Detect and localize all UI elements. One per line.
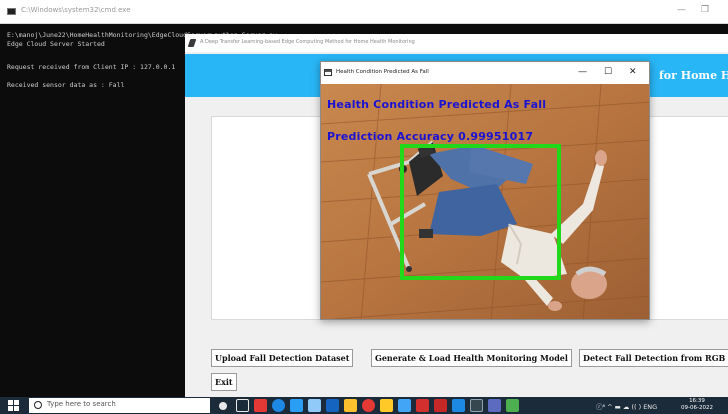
photos-icon[interactable]: [488, 399, 501, 412]
cmd-maximize-button[interactable]: ❐: [701, 5, 709, 15]
edge-icon[interactable]: [272, 399, 285, 412]
clock-date: 09-06-2022: [681, 405, 713, 411]
feather-icon: [187, 39, 197, 47]
cmd-line-request: Request received from Client IP : 127.0.…: [7, 63, 176, 71]
window-icon: [324, 69, 332, 76]
adobe-icon[interactable]: [434, 399, 447, 412]
generate-model-button[interactable]: Generate & Load Health Monitoring Model: [371, 349, 572, 367]
result-close-button[interactable]: ✕: [629, 67, 637, 77]
result-window-title: Health Condition Predicted As Fall: [336, 69, 429, 75]
search-icon: [34, 401, 42, 409]
system-tray[interactable]: ⓡ⁸ ^ ▬ ☁ (( ) ENG: [596, 401, 657, 411]
search-placeholder: Type here to search: [47, 400, 116, 408]
fall-detection-image: Health Condition Predicted As Fall Predi…: [321, 84, 649, 319]
cmd-title: C:\Windows\system32\cmd.exe: [21, 6, 131, 14]
result-titlebar: Health Condition Predicted As Fall — ☐ ✕: [321, 62, 649, 84]
app-title: A Deep Transfer Learning-based Edge Comp…: [200, 39, 415, 45]
taskbar-clock[interactable]: 16:39 09-06-2022: [680, 398, 714, 412]
result-minimize-button[interactable]: —: [578, 67, 587, 77]
cortana-icon[interactable]: [219, 402, 227, 410]
taskbar: Type here to search ⓡ⁸ ^ ▬ ☁ (( ) ENG 16…: [0, 397, 728, 414]
chrome2-icon[interactable]: [362, 399, 375, 412]
detect-fall-button[interactable]: Detect Fall Detection from RGB Images: [579, 349, 728, 367]
fall-scene-photo: [321, 84, 649, 319]
upload-dataset-button[interactable]: Upload Fall Detection Dataset: [211, 349, 354, 367]
python-run-icon[interactable]: [506, 399, 519, 412]
clock-time: 16:39: [689, 398, 705, 404]
cmd-line-server-started: Edge Cloud Server Started: [7, 40, 105, 48]
python-icon[interactable]: [344, 399, 357, 412]
windows-start-icon[interactable]: [0, 397, 26, 414]
app-blue-icon[interactable]: [326, 399, 339, 412]
chrome-icon[interactable]: [254, 399, 267, 412]
app-titlebar: A Deep Transfer Learning-based Edge Comp…: [185, 34, 728, 52]
terminal-icon[interactable]: [470, 399, 483, 412]
cmd-line-sensor-data: Received sensor data as : Fall: [7, 81, 125, 89]
overlay-prediction-label: Health Condition Predicted As Fall: [327, 98, 547, 111]
cmd-icon: [7, 8, 16, 15]
result-maximize-button[interactable]: ☐: [604, 67, 612, 77]
files-icon[interactable]: [398, 399, 411, 412]
task-view-icon[interactable]: [236, 399, 249, 412]
result-window: Health Condition Predicted As Fall — ☐ ✕: [320, 61, 650, 320]
taskbar-search-box[interactable]: Type here to search: [29, 398, 210, 413]
gallery-icon[interactable]: [308, 399, 321, 412]
store-icon[interactable]: [290, 399, 303, 412]
exit-button[interactable]: Exit: [211, 373, 237, 391]
cmd-titlebar: C:\Windows\system32\cmd.exe — ❐: [0, 0, 728, 24]
folder-icon[interactable]: [380, 399, 393, 412]
pdf-icon[interactable]: [416, 399, 429, 412]
app-heading: for Home Health Monitoring: [659, 69, 728, 82]
editor-icon[interactable]: [452, 399, 465, 412]
overlay-accuracy-label: Prediction Accuracy 0.99951017: [327, 130, 534, 143]
cmd-minimize-button[interactable]: —: [677, 5, 686, 15]
